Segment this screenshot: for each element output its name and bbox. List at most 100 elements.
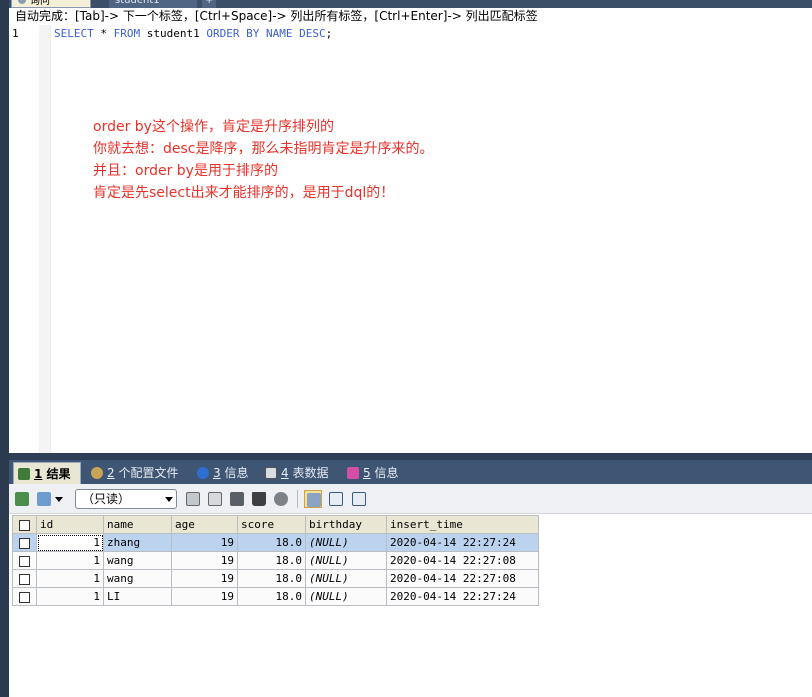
chevron-down-icon (165, 497, 173, 502)
cell-id[interactable]: 1 (36, 551, 104, 570)
column-header-name[interactable]: name (103, 515, 172, 534)
cell-age[interactable]: 19 (171, 533, 238, 552)
cell-birthday[interactable]: (NULL) (305, 587, 387, 606)
keyword-desc: DESC (299, 27, 326, 40)
tab-query[interactable]: 询问 (11, 0, 91, 8)
table-row[interactable]: 1 zhang 19 18.0 (NULL) 2020-04-14 22:27:… (12, 533, 539, 552)
save-icon (230, 492, 244, 506)
cell-name[interactable]: LI (103, 587, 172, 606)
result-grid-icon (18, 468, 30, 480)
annotation-line: order by这个操作，肯定是升序排列的 (93, 119, 334, 135)
add-row-icon (186, 492, 200, 506)
cell-score[interactable]: 18.0 (237, 569, 306, 588)
line-number: 1 (12, 27, 19, 40)
keyword-from: FROM (113, 27, 141, 40)
result-grid[interactable]: id name age score birthday insert_time 1… (12, 515, 539, 606)
column-header-id[interactable]: id (36, 515, 104, 534)
cell-score[interactable]: 18.0 (237, 533, 306, 552)
result-table: id name age score birthday insert_time 1… (12, 515, 539, 606)
column-header-birthday[interactable]: birthday (305, 515, 387, 534)
autocomplete-hint: 自动完成：[Tab]-> 下一个标签，[Ctrl+Space]-> 列出所有标签… (9, 8, 812, 25)
cell-age[interactable]: 19 (171, 569, 238, 588)
delete-button[interactable] (250, 490, 268, 508)
query-tab-bar: 询问 student1 + (9, 0, 812, 8)
toolbar-divider (297, 490, 298, 508)
new-tab-button[interactable]: + (202, 0, 216, 8)
duplicate-row-icon (208, 492, 222, 506)
save-button[interactable] (228, 490, 246, 508)
sql-editor[interactable]: 1 SELECT * FROM student1 ORDER BY NAME D… (9, 25, 812, 453)
cell-birthday[interactable]: (NULL) (305, 569, 387, 588)
cancel-icon (274, 492, 288, 506)
profile-icon (91, 467, 103, 479)
row-checkbox-cell[interactable] (12, 533, 37, 552)
table-token: student1 (140, 27, 207, 40)
row-checkbox-cell[interactable] (12, 569, 37, 588)
add-row-button[interactable] (184, 490, 202, 508)
tab-info-5[interactable]: 5 信息 (343, 462, 398, 484)
tab-student1[interactable]: student1 (109, 0, 197, 8)
table-row[interactable]: 1 wang 19 18.0 (NULL) 2020-04-14 22:27:0… (12, 551, 539, 570)
cell-score[interactable]: 18.0 (237, 551, 306, 570)
annotation-line: 并且：order by是用于排序的 (93, 163, 278, 179)
duplicate-row-button[interactable] (206, 490, 224, 508)
tab-table-data[interactable]: 4 表数据 (261, 462, 328, 484)
cell-birthday[interactable]: (NULL) (305, 551, 387, 570)
import-dropdown[interactable] (53, 490, 65, 508)
checkbox-icon[interactable] (19, 555, 30, 567)
sql-query-line[interactable]: SELECT * FROM student1 ORDER BY NAME DES… (54, 27, 332, 40)
cell-name[interactable]: wang (103, 551, 172, 570)
cancel-button[interactable] (272, 490, 290, 508)
result-tab-bar: 1 结果 2 个配置文件 3 信息 4 表数据 5 信息 (9, 460, 812, 484)
form-view-button[interactable] (327, 490, 345, 508)
text-view-button[interactable] (350, 490, 368, 508)
table-data-icon (265, 467, 277, 479)
cell-id[interactable]: 1 (36, 587, 104, 606)
cell-name[interactable]: wang (103, 569, 172, 588)
tab-profile[interactable]: 2 个配置文件 (87, 462, 178, 484)
annotation-note: order by这个操作，肯定是升序排列的 你就去想：desc是降序，那么未指明… (93, 116, 434, 204)
row-checkbox-cell[interactable] (12, 587, 37, 606)
cell-birthday[interactable]: (NULL) (305, 533, 387, 552)
cell-insert-time[interactable]: 2020-04-14 22:27:24 (386, 587, 539, 606)
cell-id[interactable]: 1 (36, 569, 104, 588)
cell-age[interactable]: 19 (171, 587, 238, 606)
tab-result[interactable]: 1 结果 (13, 462, 81, 484)
column-token: NAME (259, 27, 300, 40)
form-view-icon (329, 492, 343, 506)
dropdown-icon (55, 497, 63, 502)
line-number-gutter: 1 (9, 25, 39, 453)
row-checkbox-cell[interactable] (12, 551, 37, 570)
table-row[interactable]: 1 LI 19 18.0 (NULL) 2020-04-14 22:27:24 (12, 587, 539, 606)
readonly-select[interactable]: （只读） (75, 489, 177, 509)
table-row[interactable]: 1 wang 19 18.0 (NULL) 2020-04-14 22:27:0… (12, 569, 539, 588)
checkbox-icon[interactable] (19, 573, 30, 585)
star-token: * (93, 27, 114, 40)
export-icon (15, 492, 29, 506)
fold-gutter (39, 25, 51, 453)
cell-age[interactable]: 19 (171, 551, 238, 570)
header-row: id name age score birthday insert_time (12, 515, 539, 534)
tab-info[interactable]: 3 信息 (193, 462, 248, 484)
import-button[interactable] (35, 490, 53, 508)
cell-insert-time[interactable]: 2020-04-14 22:27:24 (386, 533, 539, 552)
checkbox-icon[interactable] (19, 591, 30, 603)
cell-score[interactable]: 18.0 (237, 587, 306, 606)
column-header-age[interactable]: age (171, 515, 238, 534)
import-icon (37, 492, 51, 506)
column-header-score[interactable]: score (237, 515, 306, 534)
pane-splitter[interactable] (9, 453, 812, 460)
export-button[interactable] (13, 490, 31, 508)
column-header-insert-time[interactable]: insert_time (386, 515, 539, 534)
grid-view-button[interactable] (304, 490, 322, 508)
app-window: 询问 student1 + 自动完成：[Tab]-> 下一个标签，[Ctrl+S… (0, 0, 812, 697)
annotation-line: 你就去想：desc是降序，那么未指明肯定是升序来的。 (93, 141, 434, 157)
history-icon (347, 467, 359, 479)
select-all-header[interactable] (12, 515, 37, 534)
cell-name[interactable]: zhang (103, 533, 172, 552)
cell-insert-time[interactable]: 2020-04-14 22:27:08 (386, 569, 539, 588)
checkbox-icon[interactable] (19, 537, 30, 549)
cell-insert-time[interactable]: 2020-04-14 22:27:08 (386, 551, 539, 570)
checkbox-icon[interactable] (19, 519, 30, 531)
cell-id[interactable]: 1 (36, 533, 104, 552)
